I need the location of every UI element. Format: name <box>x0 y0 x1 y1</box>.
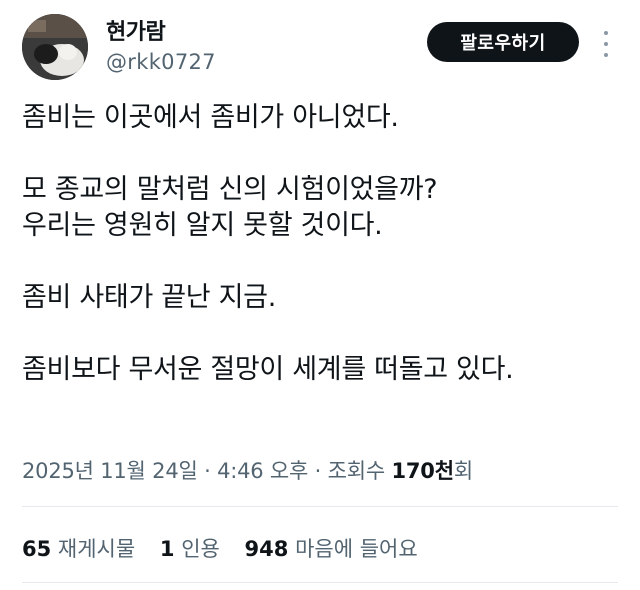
engagement-stats: 65 재게시물 1 인용 948 마음에 들어요 <box>22 533 436 563</box>
paragraph-break <box>22 316 622 352</box>
tweet-line: 좀비 사태가 끝난 지금. <box>22 282 276 313</box>
paragraph-break <box>22 136 622 172</box>
reposts-label: 재게시물 <box>57 537 136 561</box>
follow-button[interactable]: 팔로우하기 <box>427 22 579 62</box>
views-suffix: 회 <box>453 459 473 483</box>
tweet-date[interactable]: 2025년 11월 24일 <box>22 459 198 483</box>
tweet-line: 좀비는 이곳에서 좀비가 아니었다. <box>22 102 399 133</box>
display-name[interactable]: 현가람 <box>106 14 166 46</box>
reposts-stat[interactable]: 65 재게시물 <box>22 537 142 561</box>
quotes-count: 1 <box>159 537 175 561</box>
likes-stat[interactable]: 948 마음에 들어요 <box>245 537 418 561</box>
tweet-header: 현가람 @rkk0727 팔로우하기 <box>0 0 640 90</box>
more-dot <box>604 52 608 57</box>
more-dot <box>604 31 608 36</box>
tweet-text: 좀비는 이곳에서 좀비가 아니었다. 모 종교의 말처럼 신의 시험이었을까? … <box>22 100 622 388</box>
views-label: 조회수 <box>327 459 386 483</box>
avatar[interactable] <box>22 14 88 80</box>
paragraph-break <box>22 244 622 280</box>
quotes-stat[interactable]: 1 인용 <box>160 537 227 561</box>
divider <box>22 582 618 583</box>
likes-label: 마음에 들어요 <box>295 537 418 561</box>
user-handle[interactable]: @rkk0727 <box>106 50 216 74</box>
meta-separator: · <box>204 459 211 483</box>
tweet-time[interactable]: 4:46 오후 <box>217 459 308 483</box>
tweet-line: 우리는 영원히 알지 못할 것이다. <box>22 210 383 241</box>
meta-separator: · <box>314 459 322 483</box>
divider <box>22 506 618 507</box>
tweet-line: 좀비보다 무서운 절망이 세계를 떠돌고 있다. <box>22 354 514 385</box>
more-options-icon[interactable] <box>596 28 616 60</box>
views-count: 170천 <box>391 459 454 483</box>
more-dot <box>604 41 608 46</box>
avatar-image <box>22 14 88 80</box>
tweet-line: 모 종교의 말처럼 신의 시험이었을까? <box>22 174 438 205</box>
reposts-count: 65 <box>22 537 52 561</box>
tweet-meta: 2025년 11월 24일 · 4:46 오후 · 조회수 170천회 <box>22 455 473 485</box>
quotes-label: 인용 <box>181 537 220 561</box>
likes-count: 948 <box>244 537 289 561</box>
